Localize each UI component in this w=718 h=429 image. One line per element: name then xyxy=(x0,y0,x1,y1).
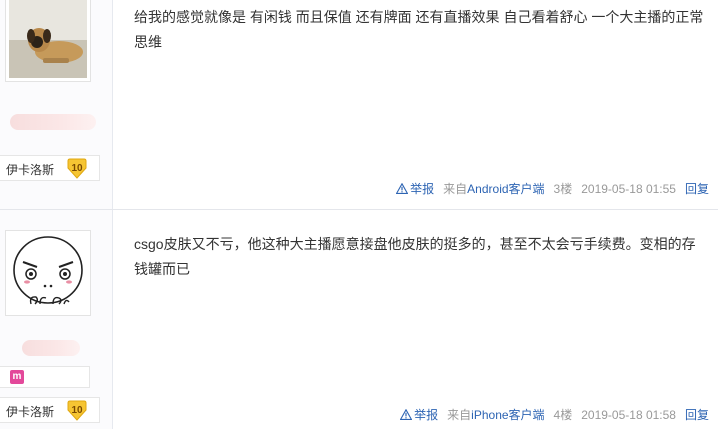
member-badge-row[interactable]: m xyxy=(0,366,90,388)
post-content: csgo皮肤又不亏，他这种大主播愿意接盘他皮肤的挺多的，甚至不太会亏手续费。变相… xyxy=(134,236,696,277)
dog-photo-avatar xyxy=(9,0,87,78)
user-badge-row[interactable]: 伊卡洛斯 10 xyxy=(0,155,100,181)
author-sidebar: 伊卡洛斯 10 xyxy=(0,0,113,209)
level-badge-icon: 10 xyxy=(67,158,87,179)
reply-button[interactable]: 回复 xyxy=(685,406,709,423)
report-label[interactable]: 举报 xyxy=(410,180,434,197)
username[interactable]: 伊卡洛斯 xyxy=(6,161,54,178)
from-prefix: 来自 xyxy=(447,408,472,422)
client-source: 来自Android客户端 xyxy=(443,180,544,197)
post-time: 2019-05-18 01:55 xyxy=(581,181,676,196)
post-floor-4: m 伊卡洛斯 10 csgo皮肤又不亏，他这种大主播愿意接盘他皮肤的挺多的，甚至… xyxy=(0,210,718,429)
level-badge-icon: 10 xyxy=(67,400,87,421)
from-prefix: 来自 xyxy=(443,182,468,196)
avatar[interactable] xyxy=(5,230,91,316)
client-link[interactable]: iPhone客户端 xyxy=(471,408,544,422)
floor-number: 4楼 xyxy=(553,408,573,422)
username-blurred xyxy=(22,340,80,356)
level-number: 10 xyxy=(71,405,83,416)
post-floor-3: 伊卡洛斯 10 给我的感觉就像是 有闲钱 而且保值 还有牌面 还有直播效果 自己… xyxy=(0,0,718,209)
username-blurred xyxy=(10,114,96,130)
client-link[interactable]: Android客户端 xyxy=(467,182,544,196)
level-number: 10 xyxy=(71,163,83,174)
reply-button[interactable]: 回复 xyxy=(685,180,709,197)
warning-icon xyxy=(396,183,409,194)
warning-icon xyxy=(400,409,413,420)
floor-number: 3楼 xyxy=(553,182,573,196)
cartoon-face-avatar xyxy=(9,234,87,312)
post-time: 2019-05-18 01:58 xyxy=(581,407,676,422)
username[interactable]: 伊卡洛斯 xyxy=(6,403,54,420)
post-tail: 举报 来自iPhone客户端 4楼 2019-05-18 01:58 回复 xyxy=(400,406,709,423)
report-button[interactable]: 举报 xyxy=(400,406,438,423)
report-button[interactable]: 举报 xyxy=(396,180,434,197)
post-tail: 举报 来自Android客户端 3楼 2019-05-18 01:55 回复 xyxy=(396,180,709,197)
m-badge-icon: m xyxy=(10,370,24,384)
user-badge-row[interactable]: 伊卡洛斯 10 xyxy=(0,397,100,423)
post-content: 给我的感觉就像是 有闲钱 而且保值 还有牌面 还有直播效果 自己看着舒心 一个大… xyxy=(134,9,704,50)
client-source: 来自iPhone客户端 xyxy=(447,406,544,423)
avatar[interactable] xyxy=(5,0,91,82)
report-label[interactable]: 举报 xyxy=(414,406,438,423)
author-sidebar: m 伊卡洛斯 10 xyxy=(0,210,113,429)
